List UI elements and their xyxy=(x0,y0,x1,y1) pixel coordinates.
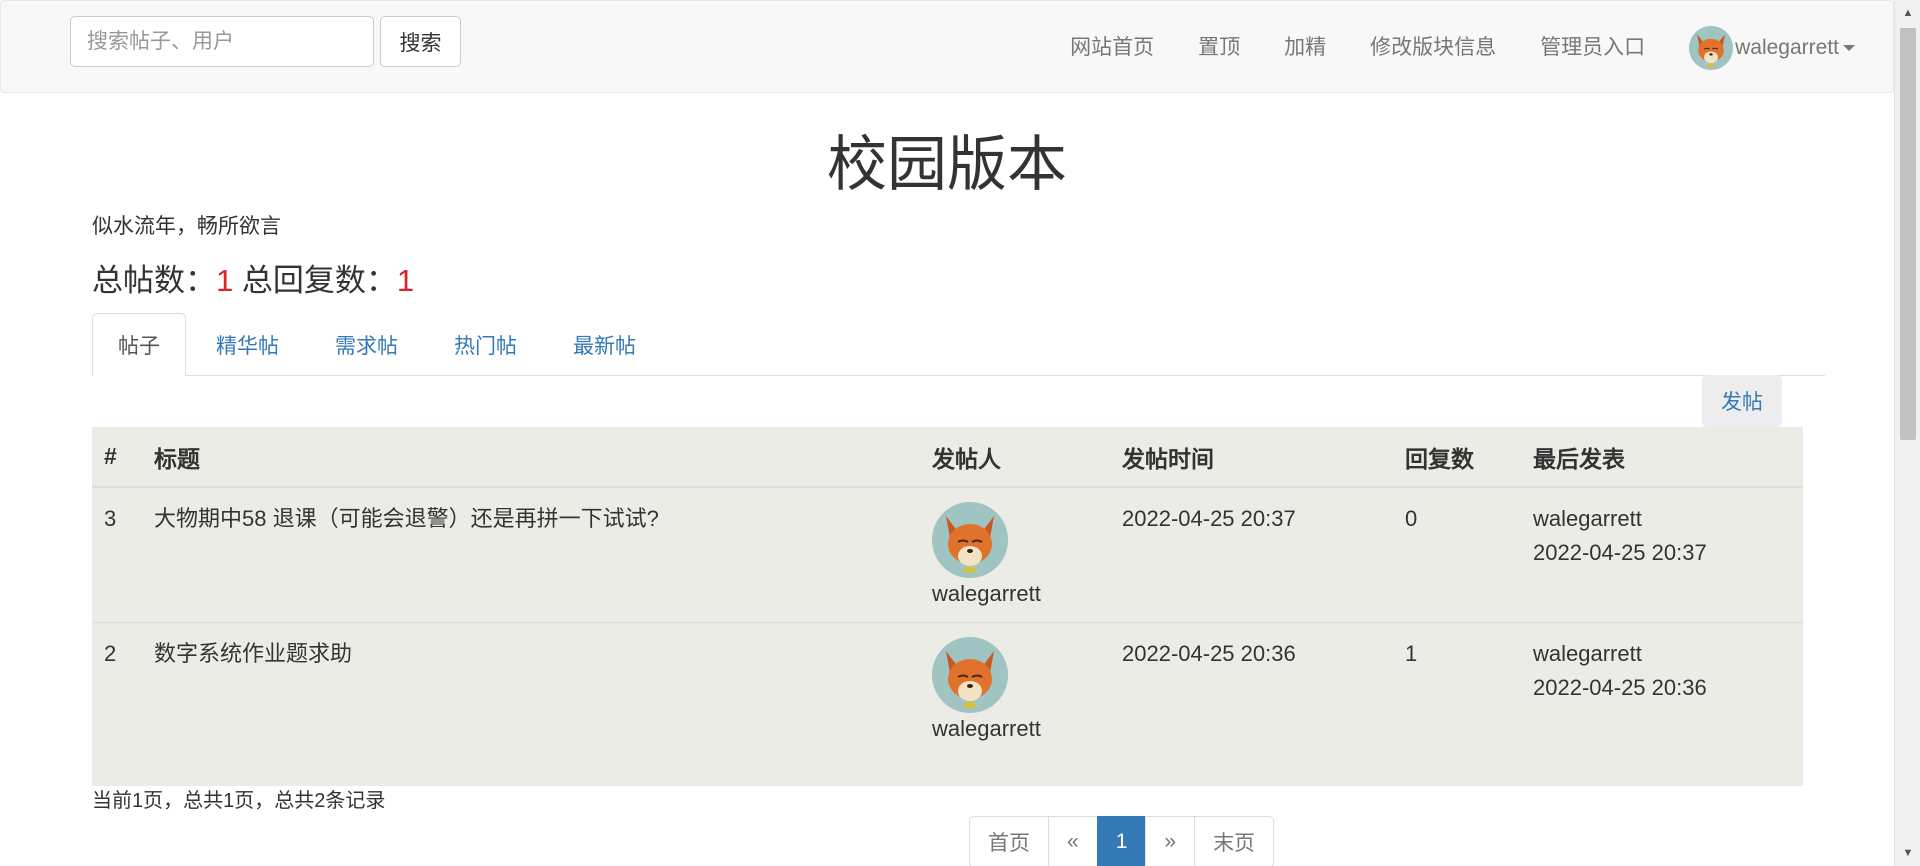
tab-featured[interactable]: 精华帖 xyxy=(190,313,305,376)
page-title: 校园版本 xyxy=(827,131,1067,198)
header-last-post: 最后发表 xyxy=(1521,427,1803,488)
post-author-name[interactable]: walegarrett xyxy=(932,580,1098,608)
search-button[interactable]: 搜索 xyxy=(380,16,461,67)
table-row: 3 大物期中58 退课（可能会退警）还是再拼一下试试? walegarrett … xyxy=(92,486,1803,622)
first-page-button[interactable]: 首页 xyxy=(969,816,1049,866)
post-tabs: 帖子 精华帖 需求帖 热门帖 最新帖 xyxy=(92,313,1825,377)
nav-edit-board-link[interactable]: 修改版块信息 xyxy=(1348,1,1518,94)
post-title[interactable]: 大物期中58 退课（可能会退警）还是再拼一下试试? xyxy=(142,486,920,622)
post-time: 2022-04-25 20:37 xyxy=(1110,486,1393,622)
pagination-info: 当前1页，总共1页，总共2条记录 xyxy=(92,790,386,812)
post-id: 3 xyxy=(92,486,142,622)
board-subtitle: 似水流年，畅所欲言 xyxy=(92,215,281,238)
post-reply-count: 0 xyxy=(1393,486,1521,622)
last-reply-time: 2022-04-25 20:36 xyxy=(1533,674,1707,700)
page-scrollbar[interactable]: ▲ ▼ xyxy=(1894,0,1920,866)
replies-count-label: 总回复数： xyxy=(241,263,397,298)
top-navbar: 搜索 网站首页 置顶 加精 修改版块信息 管理员入口 walegar xyxy=(0,0,1894,93)
next-page-button[interactable]: » xyxy=(1145,816,1196,866)
chevron-down-icon xyxy=(1843,44,1855,51)
scrollbar-thumb[interactable] xyxy=(1900,28,1916,440)
nav-feature-link[interactable]: 加精 xyxy=(1262,1,1348,94)
post-author-name[interactable]: walegarrett xyxy=(932,715,1098,743)
pagination: 首页 « 1 » 末页 xyxy=(969,816,1275,866)
header-author: 发帖人 xyxy=(920,427,1110,488)
post-title[interactable]: 数字系统作业题求助 xyxy=(142,621,920,784)
fox-avatar-icon xyxy=(1689,25,1734,70)
header-time: 发帖时间 xyxy=(1110,427,1393,488)
prev-page-button[interactable]: « xyxy=(1048,816,1098,866)
tab-latest[interactable]: 最新帖 xyxy=(547,313,662,376)
tab-posts[interactable]: 帖子 xyxy=(92,313,186,377)
last-reply-user: walegarrett xyxy=(1533,506,1642,531)
header-title: 标题 xyxy=(142,427,920,488)
new-post-button[interactable]: 发帖 xyxy=(1702,375,1782,427)
header-id: # xyxy=(92,427,142,488)
user-menu-name: walegarrett xyxy=(1735,35,1839,59)
posts-count-label: 总帖数： xyxy=(92,263,216,298)
fox-avatar-icon[interactable] xyxy=(932,636,1008,713)
nav-links: 网站首页 置顶 加精 修改版块信息 管理员入口 walegarrett xyxy=(1048,1,1855,94)
last-reply-user: walegarrett xyxy=(1533,640,1642,666)
posts-table: # 标题 发帖人 发帖时间 回复数 最后发表 3 大物期中58 退课（可能会退警… xyxy=(92,427,1803,786)
user-menu-dropdown[interactable]: walegarrett xyxy=(1667,25,1855,70)
post-reply-count: 1 xyxy=(1393,621,1521,784)
scroll-up-icon[interactable]: ▲ xyxy=(1895,0,1920,26)
last-page-button[interactable]: 末页 xyxy=(1194,816,1275,866)
post-author-cell: walegarrett xyxy=(920,621,1110,784)
post-last-reply: walegarrett 2022-04-25 20:36 xyxy=(1521,621,1803,784)
nav-pin-link[interactable]: 置顶 xyxy=(1176,1,1262,94)
search-input[interactable] xyxy=(70,16,374,67)
table-row: 2 数字系统作业题求助 walegarrett 2022-04-25 20:36… xyxy=(92,621,1803,784)
fox-avatar-icon[interactable] xyxy=(932,502,1008,578)
nav-admin-link[interactable]: 管理员入口 xyxy=(1518,1,1667,94)
posts-count-value: 1 xyxy=(216,263,234,298)
last-reply-time: 2022-04-25 20:37 xyxy=(1533,540,1707,565)
post-author-cell: walegarrett xyxy=(920,486,1110,622)
tab-requests[interactable]: 需求帖 xyxy=(309,313,424,376)
tab-hot[interactable]: 热门帖 xyxy=(428,313,543,376)
replies-count-value: 1 xyxy=(396,263,415,298)
board-stats: 总帖数：1 总回复数：1 xyxy=(92,255,414,300)
scroll-down-icon[interactable]: ▼ xyxy=(1895,840,1920,866)
table-header-row: # 标题 发帖人 发帖时间 回复数 最后发表 xyxy=(92,427,1803,488)
post-time: 2022-04-25 20:36 xyxy=(1110,621,1393,784)
header-replies: 回复数 xyxy=(1393,427,1521,488)
current-page-button[interactable]: 1 xyxy=(1096,816,1147,866)
post-last-reply: walegarrett 2022-04-25 20:37 xyxy=(1521,486,1803,622)
post-id: 2 xyxy=(92,621,142,784)
nav-home-link[interactable]: 网站首页 xyxy=(1048,1,1176,94)
